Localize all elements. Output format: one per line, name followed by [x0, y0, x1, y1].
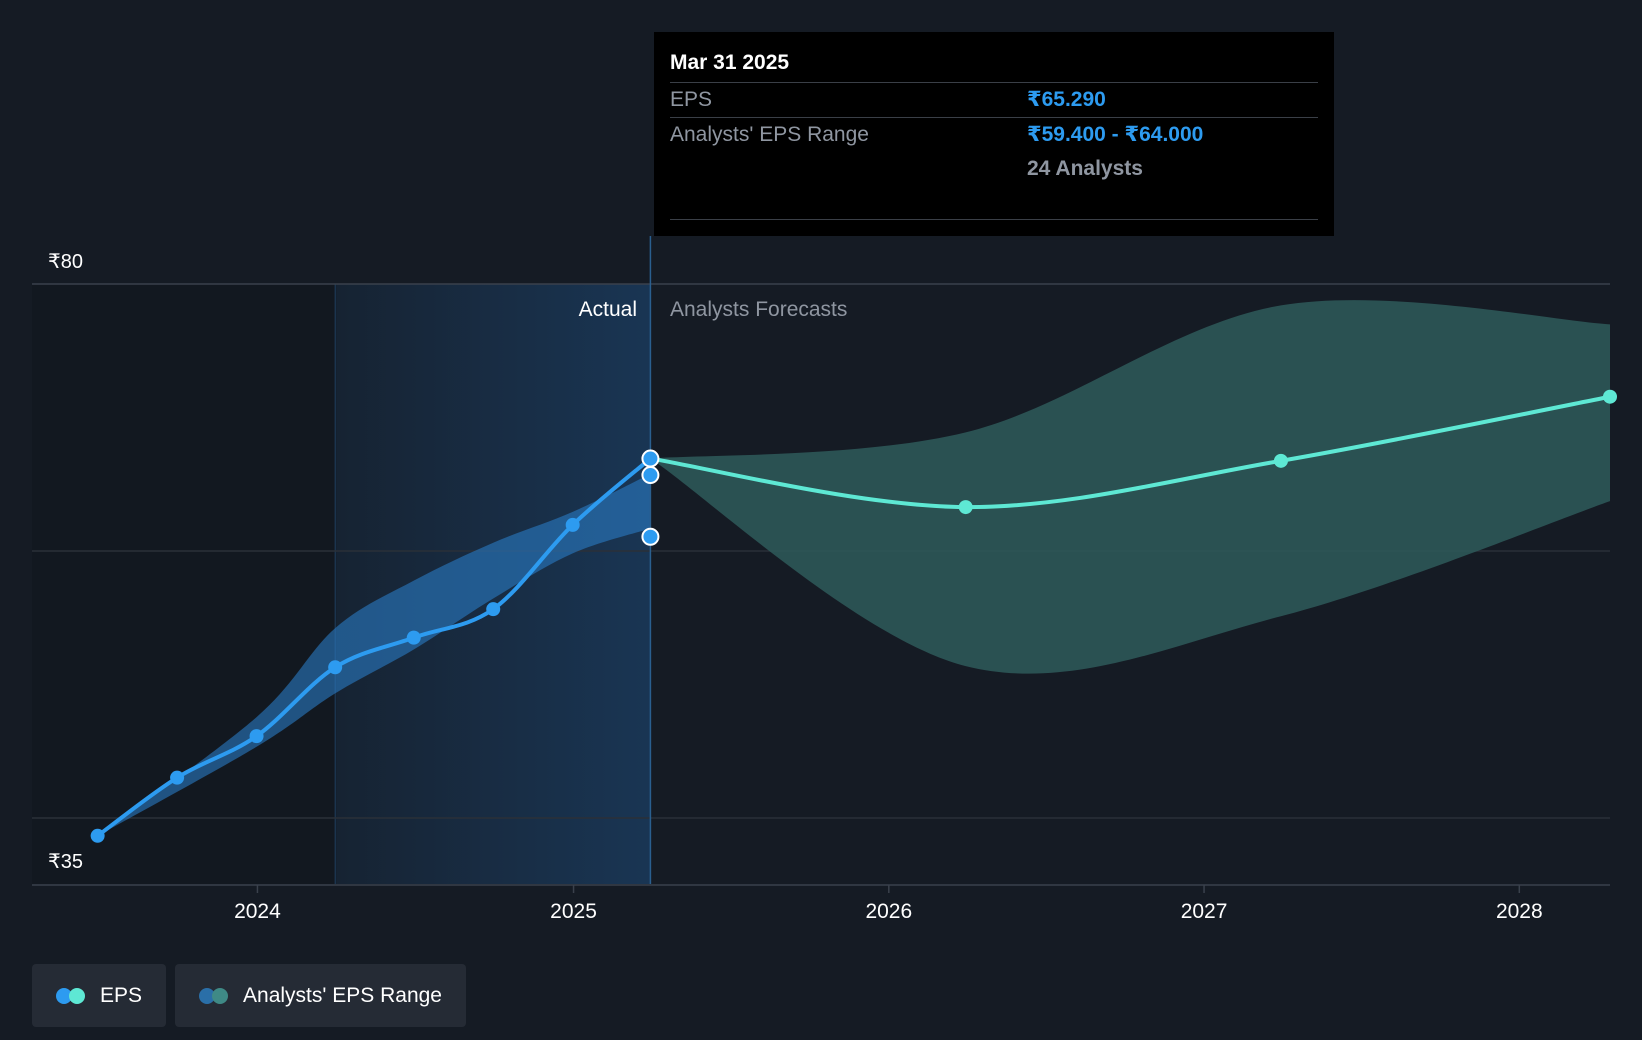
legend-eps-label: EPS — [100, 983, 143, 1007]
tooltip-range-row: Analysts' EPS Range ₹59.400 - ₹64.000 — [670, 118, 1318, 152]
eps-actual-point — [641, 449, 660, 468]
eps-forecast-point — [1603, 389, 1617, 404]
tooltip-eps-row: EPS ₹65.290 — [670, 83, 1318, 118]
range-marker — [641, 527, 660, 546]
x-tick-label: 2024 — [234, 900, 281, 923]
eps-actual-point — [328, 660, 343, 675]
tooltip: Mar 31 2025 EPS ₹65.290 Analysts' EPS Ra… — [654, 32, 1334, 236]
x-tick-label: 2025 — [550, 900, 597, 923]
range-marker — [641, 466, 660, 485]
range-legend-icon — [199, 987, 229, 1004]
legend: EPS Analysts' EPS Range — [32, 964, 466, 1027]
tooltip-analysts-row: 24 Analysts — [670, 152, 1318, 186]
legend-item-eps[interactable]: EPS — [32, 964, 167, 1027]
tooltip-eps-label: EPS — [670, 88, 713, 111]
eps-legend-icon — [56, 987, 86, 1004]
y-tick-35: ₹35 — [48, 851, 83, 873]
eps-actual-point — [565, 517, 580, 532]
x-tick-label: 2026 — [865, 900, 912, 923]
legend-range-label: Analysts' EPS Range — [243, 983, 442, 1007]
tooltip-range-label: Analysts' EPS Range — [670, 123, 869, 146]
y-tick-80: ₹80 — [48, 251, 83, 273]
eps-actual-point — [486, 602, 501, 617]
tooltip-eps-value: ₹65.290 — [1027, 88, 1106, 111]
tooltip-divider — [670, 219, 1318, 220]
eps-actual-point — [90, 828, 105, 843]
tooltip-analysts: 24 Analysts — [1027, 157, 1143, 180]
eps-actual-point — [406, 630, 421, 645]
eps-forecast-point — [958, 500, 973, 515]
past-region — [32, 284, 337, 884]
x-axis-ticks: 2024 2025 2026 2027 2028 — [234, 885, 1543, 923]
legend-item-range[interactable]: Analysts' EPS Range — [175, 964, 466, 1027]
tooltip-range-value: ₹59.400 - ₹64.000 — [1027, 123, 1204, 146]
range-dot-forecast — [212, 987, 229, 1004]
x-tick-label: 2027 — [1181, 900, 1228, 923]
eps-forecast-point — [1273, 453, 1288, 468]
eps-actual-point — [249, 729, 264, 744]
eps-actual-point — [170, 770, 185, 785]
eps-dot-forecast — [69, 987, 85, 1004]
tooltip-date: Mar 31 2025 — [670, 32, 1318, 83]
forecast-label: Analysts Forecasts — [670, 298, 847, 321]
actual-label: Actual — [579, 298, 637, 321]
x-tick-label: 2028 — [1496, 900, 1543, 923]
